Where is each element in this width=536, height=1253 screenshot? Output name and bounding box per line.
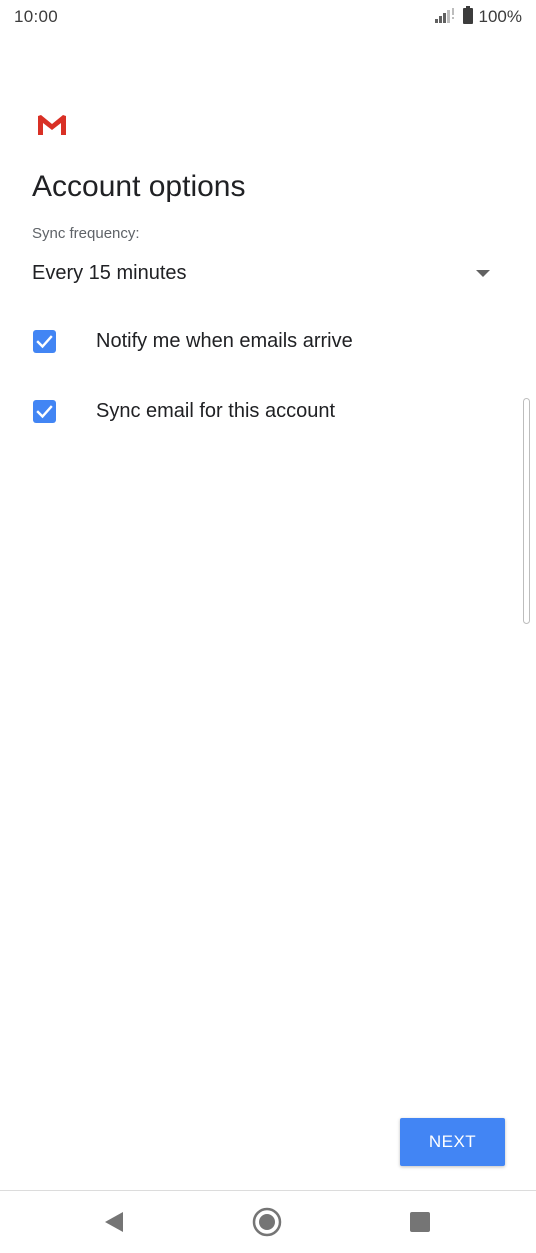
home-icon[interactable]	[250, 1205, 284, 1239]
checkmark-icon	[36, 335, 53, 349]
page-title: Account options	[32, 170, 246, 203]
next-button[interactable]: NEXT	[400, 1118, 505, 1166]
sync-frequency-value: Every 15 minutes	[32, 262, 187, 284]
sync-email-option[interactable]: Sync email for this account	[32, 391, 502, 431]
status-bar: 10:00 100%	[0, 0, 536, 34]
sync-frequency-dropdown[interactable]: Every 15 minutes	[32, 258, 496, 292]
navigation-bar	[0, 1190, 536, 1253]
status-icons: 100%	[434, 5, 522, 29]
notify-label: Notify me when emails arrive	[96, 330, 353, 352]
recents-icon[interactable]	[402, 1205, 436, 1239]
status-time: 10:00	[14, 7, 59, 26]
gmail-icon	[36, 113, 68, 137]
notify-checkbox[interactable]	[33, 330, 56, 353]
sync-frequency-label: Sync frequency:	[32, 225, 140, 242]
signal-icon	[434, 7, 457, 28]
sync-email-label: Sync email for this account	[96, 400, 335, 422]
notify-option[interactable]: Notify me when emails arrive	[32, 321, 502, 361]
checkmark-icon	[36, 405, 53, 419]
back-icon[interactable]	[97, 1205, 131, 1239]
dropdown-arrow-icon	[476, 270, 490, 277]
battery-percentage: 100%	[478, 7, 522, 26]
scrollbar[interactable]	[523, 398, 530, 624]
sync-email-checkbox[interactable]	[33, 400, 56, 423]
battery-icon	[462, 5, 473, 29]
